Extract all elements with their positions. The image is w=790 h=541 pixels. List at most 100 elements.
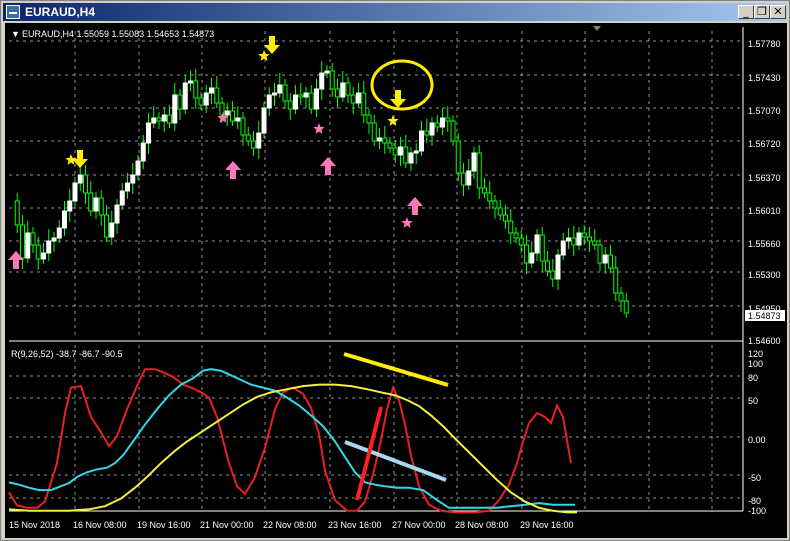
price-tick: 1.57070	[748, 106, 781, 116]
candle-body	[119, 190, 125, 206]
candle-body	[597, 244, 603, 264]
chart-dropdown-icon[interactable]: ▼	[11, 29, 20, 39]
candle-body	[41, 252, 46, 260]
candle-body	[335, 88, 340, 98]
oscillator-mid-line	[8, 368, 575, 509]
candle-body	[419, 130, 424, 152]
candle-body	[387, 142, 393, 149]
candle-body	[613, 267, 619, 294]
price-tick: 1.56370	[748, 173, 781, 183]
chart-canvas[interactable]: 1.57780 1.57430 1.57070 1.56720 1.56370 …	[5, 23, 787, 538]
candle-body	[618, 292, 624, 302]
candle-body	[371, 122, 377, 142]
down-arrow-icon	[390, 90, 406, 108]
price-tick: 1.54600	[748, 336, 781, 346]
candle-body	[324, 70, 330, 74]
restore-button[interactable]: ❐	[754, 5, 770, 19]
candle-body	[366, 114, 372, 124]
candle-body	[508, 220, 514, 234]
candle-body	[445, 117, 451, 122]
candle-body	[602, 254, 608, 264]
candle-body	[403, 146, 409, 164]
candle-body	[471, 152, 477, 172]
candle-body	[566, 237, 571, 242]
candle-body	[356, 92, 361, 104]
candle-body	[587, 236, 592, 242]
candle-body	[581, 232, 587, 238]
candle-body	[35, 244, 41, 260]
price-tick: 1.56010	[748, 206, 781, 216]
star-icon	[65, 154, 77, 165]
title-bar[interactable]: EURAUD,H4 _ ❐ ✕	[3, 3, 787, 21]
candle-body	[487, 192, 493, 202]
candle-body	[497, 207, 503, 216]
candle-body	[455, 140, 461, 174]
candle-body	[314, 88, 319, 110]
candle-body	[140, 142, 146, 162]
close-button[interactable]: ✕	[770, 5, 786, 19]
minimize-button[interactable]: _	[738, 5, 754, 19]
price-tick: 1.55660	[748, 239, 781, 249]
candle-body	[177, 94, 183, 110]
candle-body	[72, 182, 78, 202]
candle-body	[182, 82, 188, 110]
candle-body	[256, 132, 262, 149]
candle-body	[340, 82, 346, 98]
candle-body	[592, 240, 598, 246]
candle-body	[114, 204, 120, 224]
candle-body	[51, 237, 57, 242]
up-arrow-icon	[320, 157, 336, 175]
candle-body	[392, 147, 398, 156]
candle-body	[125, 182, 130, 192]
candle-body	[240, 117, 246, 136]
candle-body	[398, 146, 403, 156]
candle-body	[529, 252, 535, 264]
candle-body	[193, 80, 199, 99]
level-tick: 80	[748, 373, 758, 383]
star-icon	[387, 115, 399, 126]
candle-body	[235, 117, 241, 122]
up-arrow-icon	[407, 197, 423, 215]
up-arrow-icon	[225, 161, 241, 179]
candle-body	[576, 232, 582, 246]
oscillator-lines	[8, 368, 577, 514]
symbol-header: EURAUD,H4 1.55059 1.55083 1.54653 1.5487…	[22, 29, 214, 39]
candle-body	[224, 110, 230, 116]
candle-body	[560, 240, 566, 256]
candle-body	[518, 237, 524, 246]
candle-body	[146, 122, 151, 144]
candle-body	[350, 94, 356, 104]
candle-body	[434, 122, 440, 128]
oscillator-slow-line	[8, 383, 577, 514]
candle-body	[156, 117, 162, 122]
time-tick: 16 Nov 08:00	[73, 520, 127, 530]
candle-body	[513, 232, 519, 239]
candle-body	[377, 137, 382, 142]
candle-body	[20, 224, 25, 259]
trendline-yellow	[343, 352, 449, 387]
candle-body	[303, 92, 309, 98]
candle-body	[539, 234, 545, 262]
candle-body	[623, 300, 629, 314]
candle-body	[550, 270, 556, 280]
candle-body	[151, 117, 157, 124]
chart-area[interactable]: 1.57780 1.57430 1.57070 1.56720 1.56370 …	[5, 23, 787, 538]
time-tick: 15 Nov 2018	[9, 520, 60, 530]
level-tick: -50	[748, 473, 761, 483]
oscillator-fast-line	[8, 368, 572, 514]
time-tick: 29 Nov 16:00	[520, 520, 574, 530]
price-tick: 1.57780	[748, 39, 781, 49]
candle-body	[287, 100, 293, 110]
candle-body	[329, 70, 335, 90]
candle-body	[161, 114, 167, 122]
candle-body	[482, 187, 487, 194]
level-tick: -100	[748, 506, 766, 516]
candle-body	[135, 160, 141, 176]
candle-body	[230, 110, 235, 122]
grid	[9, 31, 743, 509]
level-tick: 100	[748, 359, 763, 369]
candle-body	[545, 260, 550, 272]
chart-shift-icon[interactable]	[593, 26, 601, 31]
candle-body	[534, 234, 540, 254]
candle-body	[214, 87, 220, 104]
